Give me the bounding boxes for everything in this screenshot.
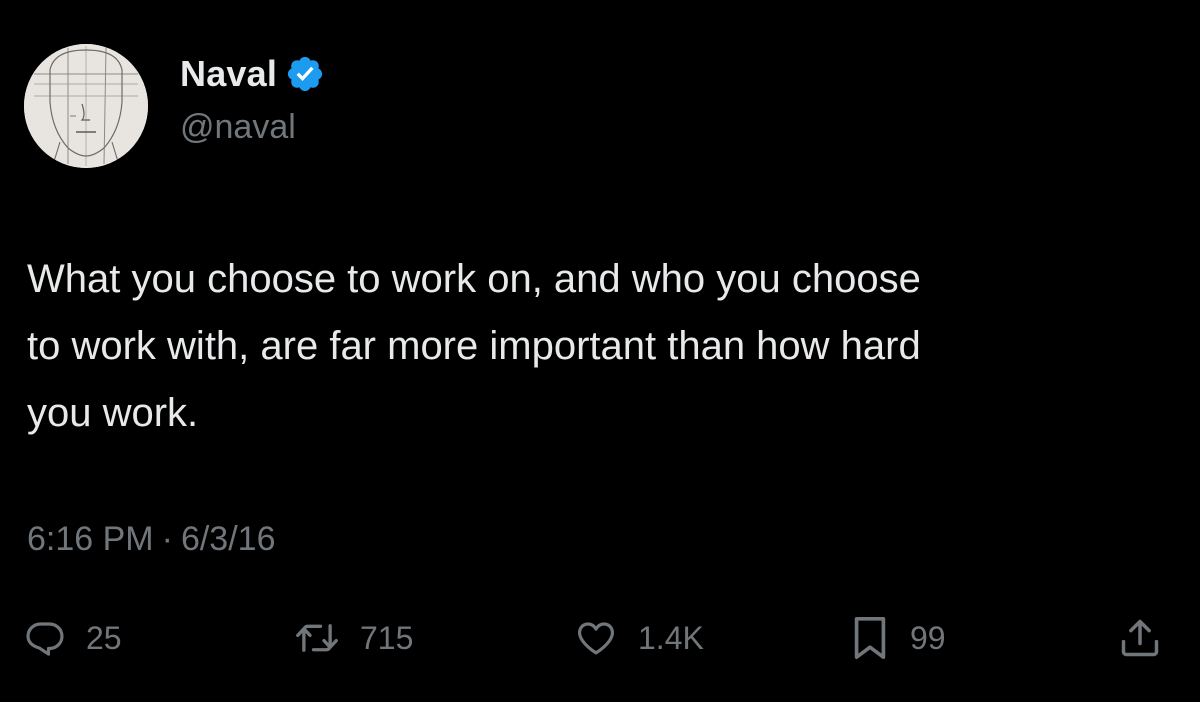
author-display-name[interactable]: Naval [180, 53, 277, 95]
author-handle[interactable]: @naval [180, 108, 296, 147]
tweet-action-bar: 25 715 1.4K 99 [0, 608, 1200, 668]
bookmark-icon [850, 615, 890, 661]
verified-badge-icon [285, 54, 325, 94]
reply-count: 25 [86, 619, 122, 656]
tweet-text: What you choose to work on, and who you … [27, 257, 921, 435]
share-button[interactable] [1118, 608, 1162, 668]
tweet-timestamp[interactable]: 6:16 PM · 6/3/16 [27, 520, 275, 559]
bookmark-button[interactable]: 99 [850, 608, 946, 668]
reply-icon [24, 617, 66, 659]
avatar[interactable] [24, 44, 148, 168]
heart-icon [574, 617, 618, 659]
bookmark-count: 99 [910, 619, 946, 656]
timestamp-separator: · [161, 520, 173, 558]
tweet-card: Naval @naval What you choose to work on,… [0, 0, 1200, 702]
tweet-date[interactable]: 6/3/16 [181, 520, 276, 559]
tweet-time[interactable]: 6:16 PM [27, 520, 154, 559]
like-button[interactable]: 1.4K [574, 608, 704, 668]
share-icon [1118, 616, 1162, 660]
reply-button[interactable]: 25 [24, 608, 122, 668]
author-name-row[interactable]: Naval [180, 52, 325, 96]
avatar-sketch-image [24, 44, 148, 168]
retweet-button[interactable]: 715 [294, 608, 413, 668]
retweet-count: 715 [360, 619, 414, 656]
like-count: 1.4K [638, 619, 704, 656]
retweet-icon [294, 617, 340, 659]
